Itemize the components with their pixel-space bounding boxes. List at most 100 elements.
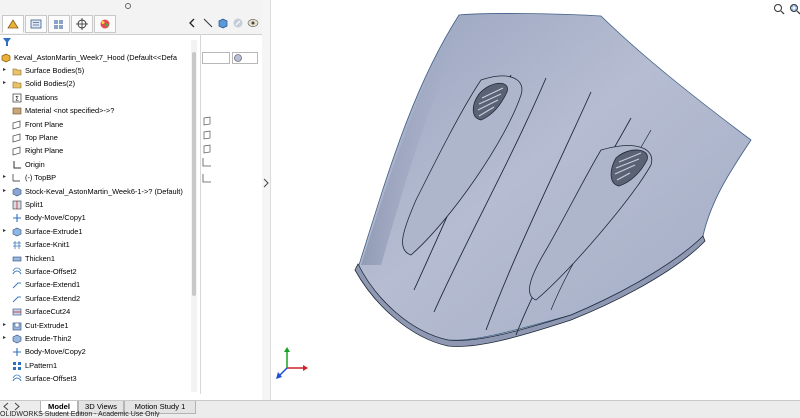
- equations-icon: Σ: [12, 93, 22, 102]
- tree-item[interactable]: Surface-Offset3: [0, 372, 193, 385]
- tree-item[interactable]: Body-Move/Copy2: [0, 345, 193, 358]
- tree-item[interactable]: Front Plane: [0, 118, 193, 131]
- extrude-icon: [12, 334, 22, 344]
- graphics-area[interactable]: [271, 0, 800, 400]
- tree-item-label: (-) TopBP: [25, 173, 57, 183]
- expand-arrow-icon[interactable]: ▸: [3, 332, 10, 345]
- tab-configuration-manager[interactable]: [48, 15, 70, 33]
- tree-item-label: SurfaceCut24: [25, 307, 71, 317]
- dimxpert-icon: [76, 18, 88, 30]
- tab-display-manager[interactable]: [94, 15, 116, 33]
- tree-item-label: Cut-Extrude1: [25, 320, 69, 330]
- feature-tree: ▸ Surface Bodies(5) ▸ Solid Bodies(2) Σ Equat…: [0, 36, 193, 392]
- tree-item[interactable]: ▸ Solid Bodies(2): [0, 77, 193, 90]
- expand-arrow-icon[interactable]: ▸: [3, 185, 10, 198]
- side-field[interactable]: [202, 52, 230, 64]
- display-manager-icon: [100, 19, 110, 29]
- expand-arrow-icon[interactable]: ▸: [3, 225, 10, 238]
- tab-dimxpert-manager[interactable]: [71, 15, 93, 33]
- tree-item-label: Material <not specified>->?: [25, 106, 115, 116]
- tree-item[interactable]: Surface-Extend2: [0, 292, 193, 305]
- tree-item-label: Body-Move/Copy1: [25, 213, 86, 223]
- extend-icon: [12, 280, 22, 289]
- tree-item[interactable]: Surface-Knit1: [0, 238, 193, 251]
- sketch-line-icon[interactable]: [201, 16, 215, 30]
- appearance-icon[interactable]: [231, 16, 245, 30]
- expand-arrow-icon[interactable]: ▸: [3, 77, 10, 90]
- tree-item[interactable]: Σ Equations: [0, 91, 193, 104]
- tree-item[interactable]: ▸ Stock-Keval_AstonMartin_Week6-1->? (Def…: [0, 185, 193, 198]
- tree-item[interactable]: ▸ Cut-Extrude1: [0, 319, 193, 332]
- hood-model[interactable]: [271, 0, 800, 400]
- tab-scroll-right-icon[interactable]: [12, 402, 21, 411]
- offset-icon: [12, 267, 22, 276]
- tree-item-label: Extrude-Thin2: [25, 334, 72, 343]
- tree-item[interactable]: Split1: [0, 198, 193, 211]
- tree-item[interactable]: Surface-Extend1: [0, 278, 193, 291]
- tree-scrollbar-thumb[interactable]: [192, 52, 196, 296]
- plane-icon: [12, 120, 22, 130]
- tree-item-label: Front Plane: [25, 119, 64, 129]
- tree-item-label: Solid Bodies(2): [25, 79, 76, 89]
- tree-item[interactable]: Body-Move/Copy1: [0, 211, 193, 224]
- tree-item[interactable]: ▸ (-) TopBP: [0, 171, 193, 184]
- tree-item[interactable]: ▸ Extrude-Thin2: [0, 332, 193, 345]
- tree-item-label: Body-Move/Copy2: [25, 347, 86, 357]
- tree-item[interactable]: SurfaceCut24: [0, 305, 193, 318]
- folder-icon: [12, 79, 22, 89]
- status-bar-text: OLIDWORKS Student Edition - Academic Use…: [0, 411, 160, 417]
- move-icon: [12, 347, 22, 357]
- tab-feature-manager[interactable]: [2, 15, 24, 33]
- panel-collapse-handle[interactable]: [125, 3, 131, 9]
- tree-item[interactable]: ▸ Surface-Extrude1: [0, 225, 193, 238]
- scene-icon[interactable]: [246, 16, 260, 30]
- configuration-manager-icon: [54, 20, 63, 29]
- hood-surface[interactable]: [357, 13, 752, 341]
- origin-icon: [12, 160, 22, 169]
- tree-item[interactable]: LPattern1: [0, 359, 193, 372]
- expand-arrow-icon[interactable]: ▸: [3, 171, 10, 184]
- expand-arrow-icon[interactable]: ▸: [3, 319, 10, 332]
- side-appearance-swatch[interactable]: [232, 52, 258, 64]
- panel-splitter[interactable]: [262, 0, 271, 400]
- tree-item-label: Right Plane: [25, 146, 64, 156]
- plane-icon: [12, 133, 22, 143]
- axis-triad: [276, 347, 308, 379]
- pattern-icon: [12, 361, 22, 370]
- tree-item-label: Equations: [25, 92, 58, 102]
- expand-arrow-icon[interactable]: ▸: [3, 64, 10, 77]
- folder-icon: [12, 66, 22, 76]
- tree-item-label: Thicken1: [25, 253, 55, 263]
- tree-item-label: Surface-Knit1: [25, 240, 70, 250]
- offset-icon: [12, 374, 22, 383]
- svg-text:Σ: Σ: [15, 95, 19, 102]
- tree-item-label: LPattern1: [25, 360, 58, 370]
- tree-item[interactable]: Thicken1: [0, 252, 193, 265]
- tree-item-label: Top Plane: [25, 133, 58, 142]
- tree-item-label: Split1: [25, 200, 44, 209]
- feature-manager-icon: [7, 19, 19, 29]
- surface-cut-icon: [12, 307, 22, 316]
- heads-up-toolbar: [769, 3, 800, 17]
- chevron-left-icon[interactable]: [185, 16, 199, 30]
- tree-item[interactable]: Material <not specified>->?: [0, 104, 193, 117]
- surface-extrude-icon: [12, 227, 22, 237]
- zoom-to-fit-icon[interactable]: [773, 3, 785, 15]
- tree-item-label: Surface-Extrude1: [25, 226, 83, 236]
- tree-item[interactable]: Right Plane: [0, 144, 193, 157]
- view-orientation-icon[interactable]: [216, 16, 230, 30]
- tree-side-column: [198, 36, 262, 392]
- tree-item[interactable]: Surface-Offset2: [0, 265, 193, 278]
- tree-item[interactable]: Origin: [0, 158, 193, 171]
- tab-scroll-left-icon[interactable]: [2, 402, 11, 411]
- property-manager-icon: [30, 19, 42, 29]
- tree-item[interactable]: Top Plane: [0, 131, 193, 144]
- tree-item-label: Surface Bodies(5): [25, 66, 85, 75]
- tree-item-label: Surface-Extend1: [25, 280, 81, 290]
- tab-property-manager[interactable]: [25, 15, 47, 33]
- chevron-right-icon[interactable]: [263, 178, 269, 188]
- tree-item[interactable]: ▸ Surface Bodies(5): [0, 64, 193, 77]
- split-icon: [12, 200, 22, 210]
- sketch-icon: [12, 173, 22, 182]
- zoom-area-icon[interactable]: [789, 3, 800, 15]
